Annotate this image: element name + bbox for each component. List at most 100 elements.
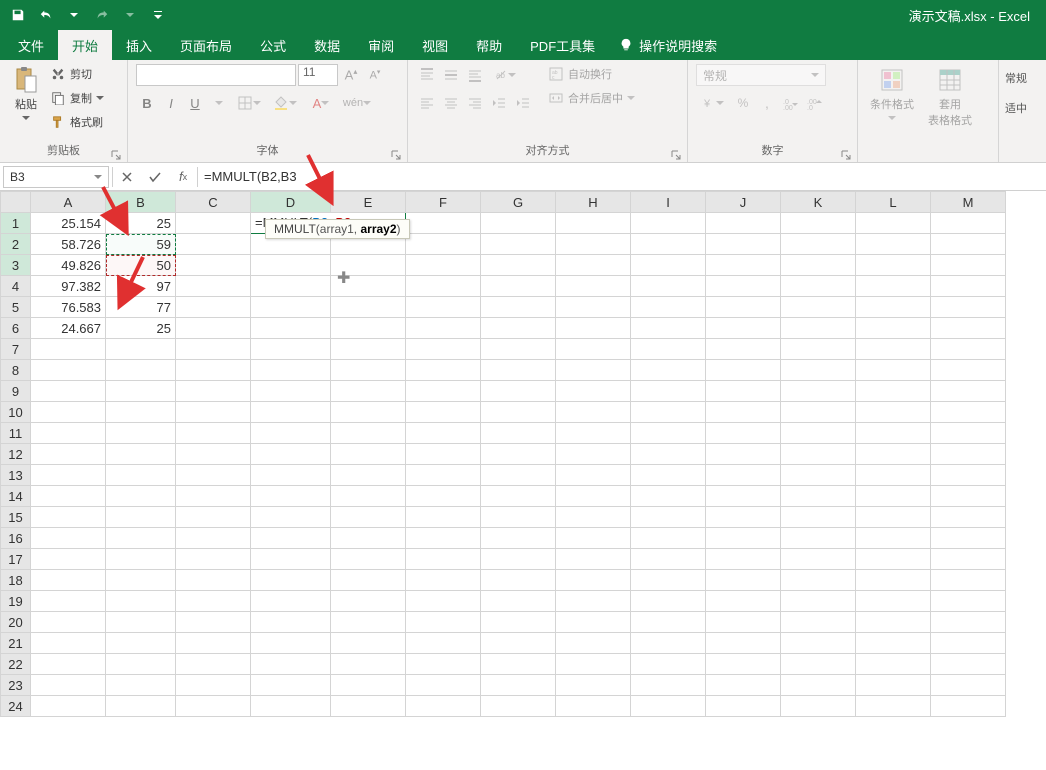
font-color-button[interactable]: A [304, 92, 338, 114]
copy-button[interactable]: 复制 [50, 88, 104, 108]
cut-button[interactable]: 剪切 [50, 64, 104, 84]
select-all-corner[interactable] [1, 192, 31, 213]
clipboard-dialog-launcher[interactable] [111, 147, 123, 159]
tell-me-search[interactable]: 操作说明搜索 [609, 30, 727, 60]
cell-B6[interactable]: 25 [106, 318, 176, 339]
tooltip-arg2[interactable]: array2 [360, 222, 396, 236]
col-header-F[interactable]: F [406, 192, 481, 213]
formula-input[interactable] [198, 166, 1046, 188]
col-header-E[interactable]: E [331, 192, 406, 213]
redo-dropdown-icon[interactable] [118, 3, 142, 27]
fill-color-button[interactable] [268, 92, 302, 114]
decrease-decimal-icon[interactable]: .00.0 [804, 92, 826, 114]
qat-customize-icon[interactable] [146, 3, 170, 27]
tab-file[interactable]: 文件 [4, 30, 58, 60]
number-dialog-launcher[interactable] [841, 147, 853, 159]
format-as-table-button[interactable]: 套用 表格格式 [924, 64, 976, 130]
orientation-button[interactable]: ab [488, 64, 522, 86]
cell-B3[interactable]: 50 [106, 255, 176, 276]
format-painter-button[interactable]: 格式刷 [50, 112, 104, 132]
fx-button[interactable]: fx [169, 166, 197, 188]
number-format-combo[interactable]: 常规 [696, 64, 826, 86]
row-header-2[interactable]: 2 [1, 234, 31, 255]
col-header-H[interactable]: H [556, 192, 631, 213]
align-right-icon[interactable] [464, 92, 486, 114]
cell-B2[interactable]: 59 [106, 234, 176, 255]
comma-format-icon[interactable]: , [756, 92, 778, 114]
style-good[interactable]: 适中 [1005, 94, 1027, 122]
cancel-button[interactable] [113, 166, 141, 188]
cell-B1[interactable]: 25 [106, 213, 176, 234]
percent-format-icon[interactable]: % [732, 92, 754, 114]
cell-B5[interactable]: 77 [106, 297, 176, 318]
lightbulb-icon [619, 38, 633, 52]
align-center-icon[interactable] [440, 92, 462, 114]
col-header-M[interactable]: M [931, 192, 1006, 213]
cell-A4[interactable]: 97.382 [31, 276, 106, 297]
phonetic-button[interactable]: wén [340, 92, 374, 114]
tab-formula[interactable]: 公式 [246, 30, 300, 60]
tab-pdf[interactable]: PDF工具集 [516, 30, 609, 60]
cell-A6[interactable]: 24.667 [31, 318, 106, 339]
conditional-formatting-button[interactable]: 条件格式 [866, 64, 918, 124]
col-header-C[interactable]: C [176, 192, 251, 213]
row-header-4[interactable]: 4 [1, 276, 31, 297]
align-top-icon[interactable] [416, 64, 438, 86]
italic-button[interactable]: I [160, 92, 182, 114]
col-header-B[interactable]: B [106, 192, 176, 213]
decrease-indent-icon[interactable] [488, 92, 510, 114]
save-icon[interactable] [6, 3, 30, 27]
col-header-I[interactable]: I [631, 192, 706, 213]
tab-home[interactable]: 开始 [58, 30, 112, 60]
wrap-text-button[interactable]: abc 自动换行 [548, 64, 635, 84]
tab-help[interactable]: 帮助 [462, 30, 516, 60]
col-header-D[interactable]: D [251, 192, 331, 213]
enter-button[interactable] [141, 166, 169, 188]
merge-center-button[interactable]: 合并后居中 [548, 88, 635, 108]
align-bottom-icon[interactable] [464, 64, 486, 86]
col-header-G[interactable]: G [481, 192, 556, 213]
col-header-J[interactable]: J [706, 192, 781, 213]
col-header-K[interactable]: K [781, 192, 856, 213]
undo-icon[interactable] [34, 3, 58, 27]
cell-B4[interactable]: 97 [106, 276, 176, 297]
cell-A2[interactable]: 58.726 [31, 234, 106, 255]
col-header-L[interactable]: L [856, 192, 931, 213]
row-header-6[interactable]: 6 [1, 318, 31, 339]
border-button[interactable] [232, 92, 266, 114]
tab-insert[interactable]: 插入 [112, 30, 166, 60]
cell-A3[interactable]: 49.826 [31, 255, 106, 276]
alignment-dialog-launcher[interactable] [671, 147, 683, 159]
redo-icon[interactable] [90, 3, 114, 27]
tab-data[interactable]: 数据 [300, 30, 354, 60]
align-middle-icon[interactable] [440, 64, 462, 86]
increase-decimal-icon[interactable]: .0.00 [780, 92, 802, 114]
cell-A5[interactable]: 76.583 [31, 297, 106, 318]
name-box[interactable]: B3 [3, 166, 109, 188]
tab-layout[interactable]: 页面布局 [166, 30, 246, 60]
accounting-format-icon[interactable]: ¥ [696, 92, 730, 114]
increase-indent-icon[interactable] [512, 92, 534, 114]
font-dialog-launcher[interactable] [391, 147, 403, 159]
font-size-combo[interactable]: 11 [298, 64, 338, 86]
group-clipboard: 粘贴 剪切 复制 [0, 60, 128, 162]
underline-button[interactable]: U [184, 92, 206, 114]
col-header-A[interactable]: A [31, 192, 106, 213]
spreadsheet-grid[interactable]: A B C D E F G H I J K L M 125.15425 =MMU… [0, 191, 1046, 717]
tab-review[interactable]: 审阅 [354, 30, 408, 60]
row-header-1[interactable]: 1 [1, 213, 31, 234]
increase-font-icon[interactable]: A▴ [340, 64, 362, 86]
align-left-icon[interactable] [416, 92, 438, 114]
undo-dropdown-icon[interactable] [62, 3, 86, 27]
cell-A1[interactable]: 25.154 [31, 213, 106, 234]
tab-view[interactable]: 视图 [408, 30, 462, 60]
bold-button[interactable]: B [136, 92, 158, 114]
style-normal[interactable]: 常规 [1005, 64, 1027, 92]
row-header-5[interactable]: 5 [1, 297, 31, 318]
row-header-3[interactable]: 3 [1, 255, 31, 276]
font-name-combo[interactable] [136, 64, 296, 86]
paste-button[interactable]: 粘贴 [8, 64, 44, 124]
tooltip-arg1[interactable]: array1 [320, 222, 354, 236]
underline-dropdown[interactable] [208, 92, 230, 114]
decrease-font-icon[interactable]: A▾ [364, 64, 386, 86]
